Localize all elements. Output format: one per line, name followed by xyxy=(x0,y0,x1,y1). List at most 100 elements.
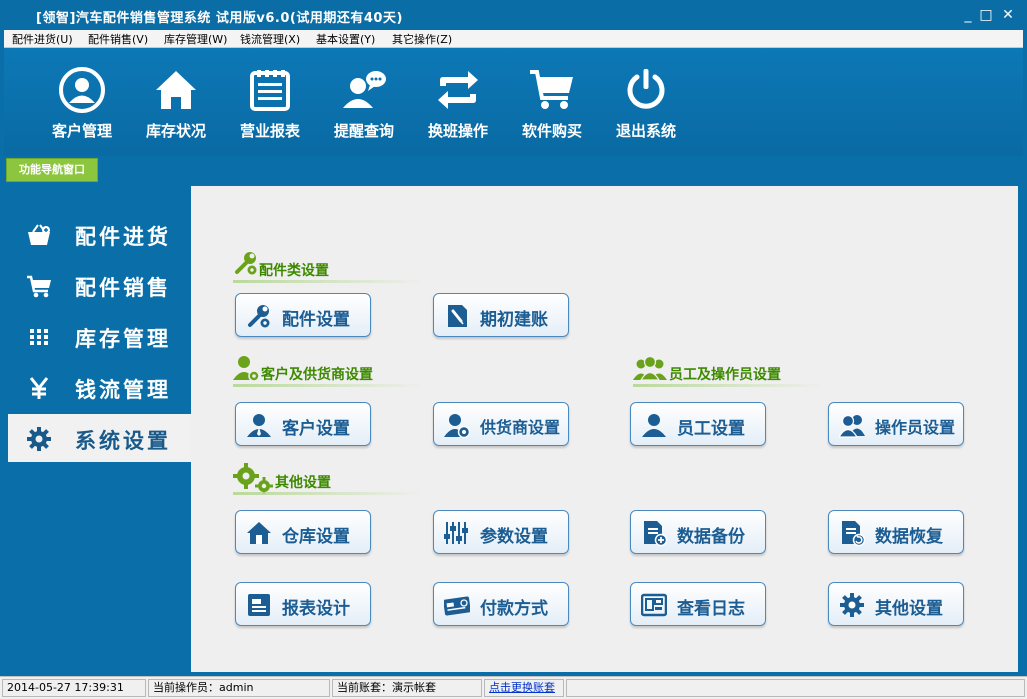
card-icon xyxy=(444,596,470,616)
section-title: 其他设置 xyxy=(275,475,331,491)
data-backup-button[interactable]: 数据备份 xyxy=(630,510,766,554)
parameter-settings-button[interactable]: 参数设置 xyxy=(433,510,569,554)
sidebar-item-parts-sales[interactable]: 配件销售 xyxy=(8,261,191,309)
customer-icon xyxy=(59,67,105,113)
toolbar-customer-button[interactable]: 客户管理 xyxy=(40,66,124,146)
sidebar-item-label: 配件进货 xyxy=(75,225,171,249)
section-divider xyxy=(233,492,423,495)
button-label: 付款方式 xyxy=(480,599,548,619)
toolbar-label: 营业报表 xyxy=(239,122,300,140)
menu-item-basic-settings[interactable]: 基本设置(Y) xyxy=(316,31,375,47)
minimize-button[interactable]: _ xyxy=(958,5,978,25)
title-bar: [领智]汽车配件销售管理系统 试用版v6.0(试用期还有40天) _ □ ✕ xyxy=(0,0,1027,30)
section-title: 客户及供货商设置 xyxy=(261,367,373,383)
sidebar-item-label: 钱流管理 xyxy=(75,378,171,402)
tools-icon xyxy=(235,252,257,275)
swap-icon xyxy=(438,71,478,109)
basket-icon xyxy=(28,224,50,245)
menu-item-inventory[interactable]: 库存管理(W) xyxy=(164,31,227,47)
settings-panel: 配件类设置 配件设置 期初建账 客户及供货商设置 客户设置 供货商设置 员工及操… xyxy=(191,186,1018,672)
toolbar-label: 换班操作 xyxy=(427,122,488,140)
sidebar-item-inventory[interactable]: 库存管理 xyxy=(8,312,191,360)
button-label: 数据恢复 xyxy=(875,527,943,547)
toolbar-exit-button[interactable]: 退出系统 xyxy=(604,66,688,146)
switch-account-link[interactable]: 点击更换账套 xyxy=(489,681,555,694)
nav-window-tab[interactable]: 功能导航窗口 xyxy=(6,158,98,182)
button-label: 期初建账 xyxy=(480,310,548,330)
status-empty-cell xyxy=(566,679,1025,697)
toolbar-label: 退出系统 xyxy=(615,122,676,140)
section-title: 配件类设置 xyxy=(259,263,329,279)
restore-icon xyxy=(842,521,865,546)
button-label: 查看日志 xyxy=(677,599,745,619)
employee-settings-button[interactable]: 员工设置 xyxy=(630,402,766,446)
menu-item-parts-purchase[interactable]: 配件进货(U) xyxy=(12,31,73,47)
maximize-button[interactable]: □ xyxy=(976,5,996,25)
toolbar-label: 提醒查询 xyxy=(333,122,394,140)
section-divider xyxy=(233,280,423,283)
people-icon xyxy=(839,414,865,438)
window-title: [领智]汽车配件销售管理系统 试用版v6.0(试用期还有40天) xyxy=(36,11,403,26)
toolbar-purchase-button[interactable]: 软件购买 xyxy=(510,66,594,146)
button-label: 供货商设置 xyxy=(480,418,561,437)
button-label: 操作员设置 xyxy=(875,418,956,437)
sidebar-item-system-settings[interactable]: 系统设置 xyxy=(8,414,191,462)
view-log-button[interactable]: 查看日志 xyxy=(630,582,766,626)
sidebar-item-label: 库存管理 xyxy=(75,327,171,351)
section-other-settings: 其他设置 xyxy=(233,462,433,496)
customer-settings-button[interactable]: 客户设置 xyxy=(235,402,371,446)
opening-ledger-button[interactable]: 期初建账 xyxy=(433,293,569,337)
status-bar: 2014-05-27 17:39:31 当前操作员：admin 当前账套：演示帐… xyxy=(0,676,1027,699)
section-title: 员工及操作员设置 xyxy=(669,367,781,383)
warehouse-settings-button[interactable]: 仓库设置 xyxy=(235,510,371,554)
report-icon xyxy=(250,70,290,111)
section-divider xyxy=(633,384,823,387)
sidebar-item-cashflow[interactable]: 钱流管理 xyxy=(8,363,191,411)
sidebar-item-label: 配件销售 xyxy=(75,276,171,300)
menu-item-other-ops[interactable]: 其它操作(Z) xyxy=(392,31,452,47)
parts-settings-button[interactable]: 配件设置 xyxy=(235,293,371,337)
person-gear-icon xyxy=(233,356,259,382)
sliders-icon xyxy=(444,522,468,544)
toolbar-report-button[interactable]: 营业报表 xyxy=(228,66,312,146)
sidebar-item-parts-purchase[interactable]: 配件进货 xyxy=(8,210,191,258)
button-label: 客户设置 xyxy=(282,419,350,439)
sidebar-item-label: 系统设置 xyxy=(75,429,171,453)
section-customer-supplier: 客户及供货商设置 xyxy=(233,354,433,388)
payment-method-button[interactable]: 付款方式 xyxy=(433,582,569,626)
toolbar-reminder-button[interactable]: 提醒查询 xyxy=(322,66,406,146)
warehouse-icon xyxy=(247,522,271,544)
report-design-button[interactable]: 报表设计 xyxy=(235,582,371,626)
toolbar-label: 软件购买 xyxy=(521,122,582,140)
section-parts-settings: 配件类设置 xyxy=(233,250,433,284)
home-icon xyxy=(156,71,196,109)
toolbar-label: 客户管理 xyxy=(51,122,112,140)
backup-icon xyxy=(644,521,667,546)
status-datetime: 2014-05-27 17:39:31 xyxy=(2,679,146,697)
toolbar-shift-button[interactable]: 换班操作 xyxy=(416,66,500,146)
person-icon xyxy=(247,414,271,437)
app-window: [领智]汽车配件销售管理系统 试用版v6.0(试用期还有40天) _ □ ✕ 配… xyxy=(0,0,1027,699)
person-icon xyxy=(642,414,666,437)
menu-item-parts-sales[interactable]: 配件销售(V) xyxy=(88,31,148,47)
status-switch-cell: 点击更换账套 xyxy=(484,679,564,697)
main-toolbar: 客户管理 库存状况 营业报表 提醒查询 换班操作 软件购买 退出系统 xyxy=(4,48,1023,156)
operator-settings-button[interactable]: 操作员设置 xyxy=(828,402,964,446)
close-button[interactable]: ✕ xyxy=(998,5,1018,25)
button-label: 参数设置 xyxy=(480,527,548,547)
sidebar: 配件进货 配件销售 库存管理 钱流管理 系统设置 xyxy=(8,186,191,672)
other-settings-button[interactable]: 其他设置 xyxy=(828,582,964,626)
status-account: 当前账套：演示帐套 xyxy=(332,679,482,697)
toolbar-inventory-button[interactable]: 库存状况 xyxy=(134,66,218,146)
people-icon xyxy=(633,355,667,381)
data-restore-button[interactable]: 数据恢复 xyxy=(828,510,964,554)
grid-icon xyxy=(30,329,48,345)
button-label: 数据备份 xyxy=(677,527,745,547)
menu-bar: 配件进货(U) 配件销售(V) 库存管理(W) 钱流管理(X) 基本设置(Y) … xyxy=(4,30,1023,48)
button-label: 仓库设置 xyxy=(282,527,350,547)
gears-icon xyxy=(233,463,273,494)
section-staff-settings: 员工及操作员设置 xyxy=(633,354,833,388)
supplier-settings-button[interactable]: 供货商设置 xyxy=(433,402,569,446)
button-label: 员工设置 xyxy=(677,419,745,439)
menu-item-cashflow[interactable]: 钱流管理(X) xyxy=(240,31,300,47)
